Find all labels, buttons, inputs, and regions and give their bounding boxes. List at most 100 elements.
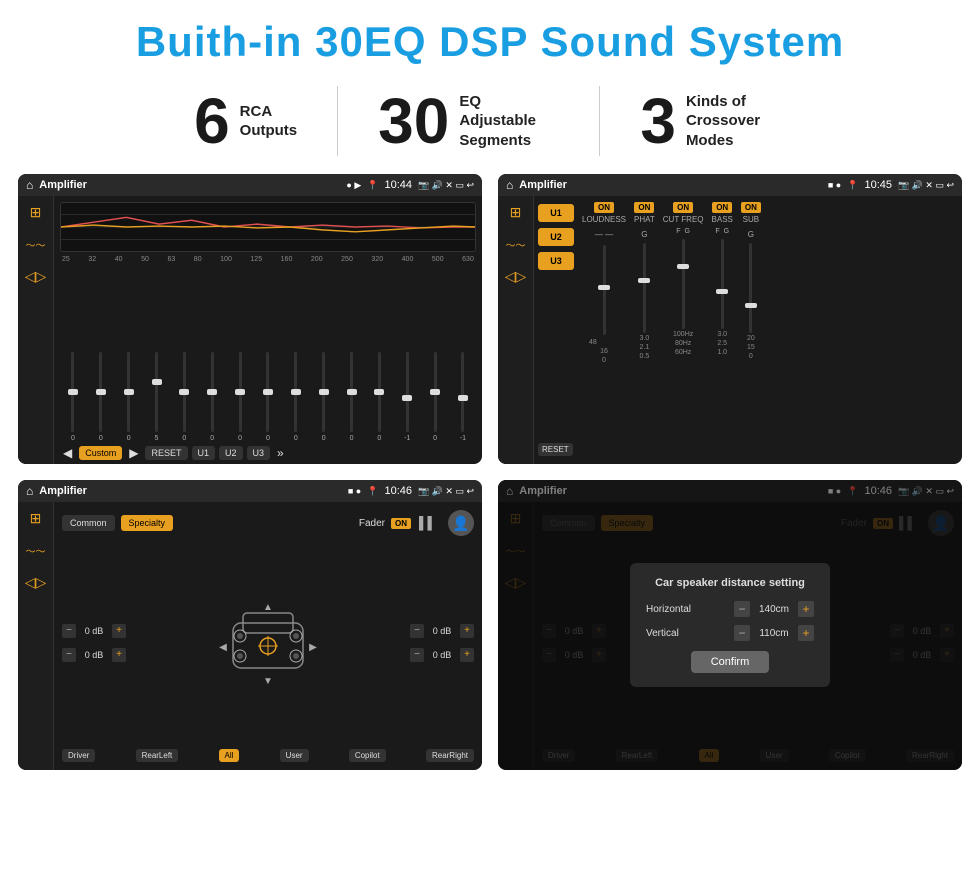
eq-u3-btn[interactable]: U3: [247, 446, 271, 460]
slider-6[interactable]: 0: [199, 352, 225, 442]
driver-btn[interactable]: Driver: [62, 749, 95, 762]
freq-250: 250: [341, 256, 353, 263]
slider-1[interactable]: 0: [60, 352, 86, 442]
sub-slider[interactable]: [749, 243, 752, 333]
screen1-time: 10:44: [384, 179, 412, 191]
fader-bottom-row: Driver RearLeft All User Copilot RearRig…: [62, 749, 474, 762]
freq-40: 40: [115, 256, 123, 263]
screen-fader: ⌂ Amplifier ■ ● 📍 10:46 📷 🔊 ✕ ▭ ↩ ⊞ 〜〜 ◁…: [18, 480, 482, 770]
eq-custom-btn[interactable]: Custom: [79, 446, 122, 460]
home-icon-2[interactable]: ⌂: [506, 178, 513, 192]
vertical-minus[interactable]: −: [734, 625, 750, 641]
home-icon-3[interactable]: ⌂: [26, 484, 33, 498]
slider-5[interactable]: 0: [171, 352, 197, 442]
phat-label: PHAT: [634, 215, 655, 224]
loudness-slider[interactable]: [603, 245, 606, 335]
bass-slider[interactable]: [721, 239, 724, 329]
eq-play-icon[interactable]: ▶: [126, 446, 141, 460]
rearright-btn[interactable]: RearRight: [426, 749, 474, 762]
slider-9[interactable]: 0: [283, 352, 309, 442]
user-btn[interactable]: User: [280, 749, 309, 762]
slider-14[interactable]: 0: [422, 352, 448, 442]
eq-main-area: 25 32 40 50 63 80 100 125 160 200 250 32…: [54, 196, 482, 464]
slider-2[interactable]: 0: [88, 352, 114, 442]
stat-label-rca: RCAOutputs: [240, 102, 298, 141]
db-control-fl: − 0 dB +: [62, 624, 126, 638]
db-plus-fl[interactable]: +: [112, 624, 126, 638]
horizontal-controls: − 140cm +: [734, 601, 814, 617]
location-icon-3: 📍: [367, 486, 378, 497]
slider-13[interactable]: -1: [394, 352, 420, 442]
amp-presets: U1 U2 U3 RESET: [534, 196, 578, 464]
slider-4[interactable]: 5: [144, 352, 170, 442]
freq-200: 200: [311, 256, 323, 263]
car-svg: ▲ ▼ ◀ ▶: [218, 598, 318, 688]
slider-8[interactable]: 0: [255, 352, 281, 442]
rearleft-btn[interactable]: RearLeft: [136, 749, 179, 762]
home-icon-1[interactable]: ⌂: [26, 178, 33, 192]
horizontal-minus[interactable]: −: [734, 601, 750, 617]
fader-car-diagram: ▲ ▼ ◀ ▶: [134, 598, 402, 688]
all-btn[interactable]: All: [219, 749, 240, 762]
fader-main: Common Specialty Fader ON ▌▌ 👤 − 0 dB +: [54, 502, 482, 770]
fader-tab-row: Common Specialty Fader ON ▌▌ 👤: [62, 510, 474, 536]
db-plus-fr[interactable]: +: [460, 624, 474, 638]
amp-icon-sliders[interactable]: ⊞: [510, 204, 522, 221]
slider-7[interactable]: 0: [227, 352, 253, 442]
stat-label-eq: EQ AdjustableSegments: [459, 92, 559, 151]
preset-u2[interactable]: U2: [538, 228, 574, 246]
eq-prev-icon[interactable]: ◀: [60, 446, 75, 460]
common-tab[interactable]: Common: [62, 515, 115, 531]
amp-icon-wave[interactable]: 〜〜: [506, 237, 526, 252]
eq-icon-volume[interactable]: ◁▷: [25, 268, 47, 285]
screen1-title: Amplifier: [39, 179, 340, 191]
db-minus-fl[interactable]: −: [62, 624, 76, 638]
db-value-fl: 0 dB: [80, 626, 108, 636]
db-minus-fr[interactable]: −: [410, 624, 424, 638]
copilot-btn[interactable]: Copilot: [349, 749, 386, 762]
db-plus-rr[interactable]: +: [460, 648, 474, 662]
slider-10[interactable]: 0: [311, 352, 337, 442]
vertical-plus[interactable]: +: [798, 625, 814, 641]
horizontal-plus[interactable]: +: [798, 601, 814, 617]
slider-15[interactable]: -1: [450, 352, 476, 442]
location-icon-1: 📍: [367, 180, 378, 191]
eq-reset-btn[interactable]: RESET: [145, 446, 187, 460]
bass-control: ON BASS F G 3.0 2.5 1.0: [712, 202, 733, 356]
cutfreq-on: ON: [673, 202, 693, 213]
preset-u1[interactable]: U1: [538, 204, 574, 222]
phat-slider[interactable]: [643, 243, 646, 333]
slider-12[interactable]: 0: [366, 352, 392, 442]
eq-u2-btn[interactable]: U2: [219, 446, 243, 460]
db-plus-rl[interactable]: +: [112, 648, 126, 662]
fader-icon-wave[interactable]: 〜〜: [26, 543, 46, 558]
db-value-fr: 0 dB: [428, 626, 456, 636]
stat-label-crossover: Kinds ofCrossover Modes: [686, 92, 786, 151]
eq-forward-icon[interactable]: »: [274, 446, 287, 460]
db-minus-rr[interactable]: −: [410, 648, 424, 662]
amp-icon-volume[interactable]: ◁▷: [505, 268, 527, 285]
eq-u1-btn[interactable]: U1: [192, 446, 216, 460]
fader-icon-volume[interactable]: ◁▷: [25, 574, 47, 591]
db-minus-rl[interactable]: −: [62, 648, 76, 662]
fader-user-icon[interactable]: 👤: [448, 510, 474, 536]
cutfreq-slider[interactable]: [682, 239, 685, 329]
eq-icon-sliders[interactable]: ⊞: [30, 204, 42, 221]
screen-dialog: ⌂ Amplifier ■ ● 📍 10:46 📷 🔊 ✕ ▭ ↩ ⊞ 〜〜 ◁…: [498, 480, 962, 770]
db-control-rr: − 0 dB +: [410, 648, 474, 662]
slider-11[interactable]: 0: [339, 352, 365, 442]
fader-icon-sliders[interactable]: ⊞: [30, 510, 42, 527]
fader-on-badge: ON: [391, 518, 411, 529]
bass-label: BASS: [712, 215, 733, 224]
amp-reset-btn[interactable]: RESET: [538, 443, 573, 456]
status-bar-1: ⌂ Amplifier ● ▶ 📍 10:44 📷 🔊 ✕ ▭ ↩: [18, 174, 482, 196]
slider-3[interactable]: 0: [116, 352, 142, 442]
eq-graph: [60, 202, 476, 252]
vertical-label: Vertical: [646, 628, 679, 639]
eq-icon-wave[interactable]: 〜〜: [26, 237, 46, 252]
screen3-time: 10:46: [384, 485, 412, 497]
specialty-tab[interactable]: Specialty: [121, 515, 174, 531]
svg-text:▼: ▼: [263, 676, 273, 687]
confirm-button[interactable]: Confirm: [691, 651, 770, 673]
preset-u3[interactable]: U3: [538, 252, 574, 270]
